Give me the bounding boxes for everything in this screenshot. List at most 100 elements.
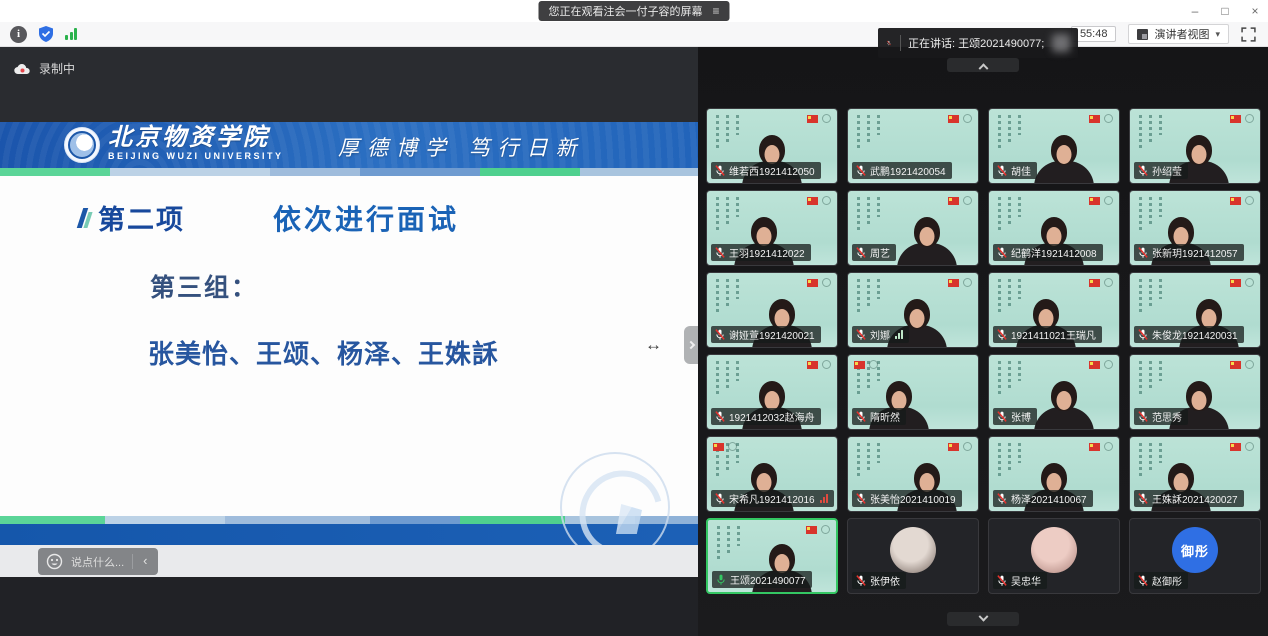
mic-muted-icon	[714, 164, 726, 177]
participant-tile[interactable]: 胡佳	[988, 108, 1120, 184]
participant-tile[interactable]: 王姝訸2021420027	[1129, 436, 1261, 512]
participant-tile[interactable]: 范思秀	[1129, 354, 1261, 430]
participant-tile[interactable]: 孙绍莹	[1129, 108, 1261, 184]
participant-tile[interactable]: 纪鹤洋1921412008	[988, 190, 1120, 266]
participant-name: 张伊依	[870, 573, 900, 588]
meeting-info-icon[interactable]: i	[10, 26, 27, 43]
watching-screen-banner[interactable]: 您正在观看注会一付子容的屏幕 ≡	[538, 1, 729, 21]
participant-tile[interactable]: 1921412032赵海舟	[706, 354, 838, 430]
screen-share-region: 录制中 北京物资学院 BEIJING WUZI UNIVERSITY 厚德博学 …	[0, 47, 698, 636]
participant-name: 王颂2021490077	[730, 572, 806, 587]
avatar	[890, 527, 936, 573]
participant-tile[interactable]: 维若西1921412050	[706, 108, 838, 184]
participant-name: 孙绍莹	[1152, 163, 1182, 178]
participant-name-bar: 纪鹤洋1921412008	[993, 244, 1103, 261]
badge-icon	[963, 442, 972, 451]
flag-icon	[806, 526, 817, 534]
close-button[interactable]: ×	[1248, 4, 1262, 18]
participant-tile[interactable]: 张新玥1921412057	[1129, 190, 1261, 266]
stripe-segment	[105, 516, 225, 524]
chevron-down-icon	[978, 611, 988, 621]
tile-badges	[1230, 360, 1254, 369]
resize-cursor: ↔	[645, 335, 662, 355]
participant-tile[interactable]: 王颂2021490077	[706, 518, 838, 594]
participant-tile[interactable]: 谢娅萱1921420021	[706, 272, 838, 348]
tile-badges	[1230, 196, 1254, 205]
participant-tile[interactable]: 张伊依	[847, 518, 979, 594]
participant-tile[interactable]: 张美怡2021410019	[847, 436, 979, 512]
chat-quick-bar[interactable]: 说点什么... ‹	[38, 548, 158, 575]
emoji-icon[interactable]	[46, 553, 63, 570]
participant-name-bar: 范思秀	[1134, 408, 1188, 425]
minimize-button[interactable]: –	[1188, 4, 1202, 18]
chat-collapse-icon[interactable]: ‹	[141, 553, 153, 570]
recording-indicator[interactable]: 录制中	[14, 60, 75, 77]
participant-name-bar: 王羽1921412022	[711, 244, 811, 261]
participant-tile[interactable]: 张博	[988, 354, 1120, 430]
badge-icon	[963, 196, 972, 205]
chevron-up-icon	[978, 63, 988, 73]
view-mode-select[interactable]: 演讲者视图 ▾	[1128, 24, 1229, 44]
scroll-down-button[interactable]	[947, 612, 1019, 626]
maximize-button[interactable]: □	[1218, 4, 1232, 18]
participant-tile[interactable]: 吴忠华	[988, 518, 1120, 594]
flag-icon	[807, 279, 818, 287]
stripe-segment	[270, 168, 360, 176]
flag-icon	[807, 361, 818, 369]
stripe-segment	[580, 168, 698, 176]
tile-badges	[1089, 196, 1113, 205]
participant-name: 谢娅萱1921420021	[729, 327, 815, 342]
tile-badges	[806, 525, 830, 534]
flag-icon	[1230, 361, 1241, 369]
participant-name-bar: 隋昕然	[852, 408, 906, 425]
panel-collapse-handle[interactable]	[684, 326, 698, 364]
tile-badges	[713, 442, 737, 451]
participant-tile[interactable]: 周艺	[847, 190, 979, 266]
network-signal-icon[interactable]	[65, 28, 77, 40]
fullscreen-icon[interactable]	[1241, 27, 1256, 42]
speaker-view-icon	[1137, 29, 1148, 40]
participant-video-figure	[1032, 377, 1096, 429]
mic-muted-icon	[1137, 492, 1149, 505]
participant-tile[interactable]: 杨泽2021410067	[988, 436, 1120, 512]
university-name-en: BEIJING WUZI UNIVERSITY	[108, 151, 284, 161]
flag-icon	[1089, 197, 1100, 205]
section-bullet-icon	[78, 206, 92, 230]
scroll-up-button[interactable]	[947, 58, 1019, 72]
banner-menu-icon[interactable]: ≡	[712, 4, 719, 18]
participant-name: 王姝訸2021420027	[1152, 491, 1238, 506]
active-speaker-toast: 正在讲话: 王颂2021490077;	[878, 28, 1078, 58]
group-label: 第三组：	[150, 268, 258, 304]
badge-icon	[1245, 442, 1254, 451]
participant-tile[interactable]: 隋昕然	[847, 354, 979, 430]
participant-tile[interactable]: 御彤 赵御彤	[1129, 518, 1261, 594]
participants-panel: 维若西1921412050 武鹏1921420054 胡佳	[698, 47, 1268, 636]
badge-icon	[1104, 442, 1113, 451]
mic-on-icon	[715, 573, 727, 586]
participant-tile[interactable]: 宋希凡1921412016	[706, 436, 838, 512]
stripe-segment	[225, 516, 370, 524]
slide-section-row: 第二项 依次进行面试	[78, 198, 459, 238]
virtual-background-text	[716, 115, 739, 149]
participant-tile[interactable]: 刘娜	[847, 272, 979, 348]
participant-tile[interactable]: 朱俊龙1921420031	[1129, 272, 1261, 348]
slide-body: 第二项 依次进行面试 第三组： 张美怡、王颂、杨泽、王姝訸	[0, 176, 698, 516]
tile-badges	[948, 278, 972, 287]
tile-badges	[1230, 278, 1254, 287]
security-shield-icon[interactable]	[37, 25, 55, 43]
share-bottom-band	[0, 577, 698, 636]
mic-muted-icon	[714, 246, 726, 259]
virtual-background-text	[857, 115, 880, 149]
participant-tile[interactable]: 1921411021王瑞凡	[988, 272, 1120, 348]
mic-muted-icon	[1137, 328, 1149, 341]
participant-tile[interactable]: 武鹏1921420054	[847, 108, 979, 184]
participant-name-bar: 宋希凡1921412016	[711, 490, 834, 507]
flag-icon	[1230, 279, 1241, 287]
chat-input[interactable]: 说点什么...	[71, 554, 124, 570]
flag-icon	[1089, 279, 1100, 287]
mic-muted-icon	[714, 410, 726, 423]
avatar: 御彤	[1172, 527, 1218, 573]
mic-muted-icon	[855, 164, 867, 177]
participant-tile[interactable]: 王羽1921412022	[706, 190, 838, 266]
participant-name: 张新玥1921412057	[1152, 245, 1238, 260]
